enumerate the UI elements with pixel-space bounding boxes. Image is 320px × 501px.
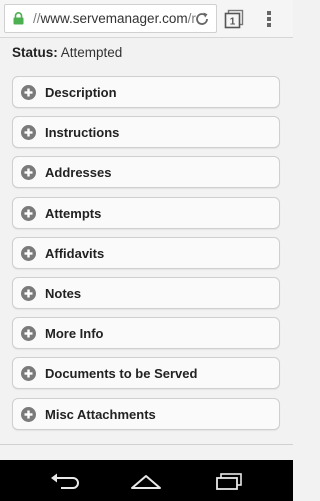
plus-circle-icon	[21, 286, 36, 301]
section-instructions[interactable]: Instructions	[12, 116, 280, 148]
status-value: Attempted	[60, 45, 123, 60]
overflow-menu-icon[interactable]	[266, 10, 272, 28]
section-attempts[interactable]: Attempts	[12, 197, 280, 229]
lock-icon	[13, 12, 24, 25]
section-affidavits[interactable]: Affidavits	[12, 237, 280, 269]
section-notes[interactable]: Notes	[12, 277, 280, 309]
section-more-info[interactable]: More Info	[12, 317, 280, 349]
status-label: Status:	[12, 45, 58, 60]
plus-circle-icon	[21, 165, 36, 180]
plus-circle-icon	[21, 407, 36, 422]
url-host: www.servemanager.com	[40, 11, 188, 26]
section-label: Description	[45, 85, 117, 100]
page-content: Status: Attempted Description Instruction…	[0, 38, 293, 460]
plus-circle-icon	[21, 125, 36, 140]
home-icon[interactable]	[129, 471, 163, 491]
footer-divider	[0, 444, 293, 445]
plus-circle-icon	[21, 206, 36, 221]
plus-circle-icon	[21, 85, 36, 100]
browser-toolbar: //www.servemanager.com/r 1	[0, 0, 293, 38]
section-label: Documents to be Served	[45, 366, 198, 381]
section-documents-to-be-served[interactable]: Documents to be Served	[12, 357, 280, 389]
plus-circle-icon	[21, 246, 36, 261]
reload-icon[interactable]	[194, 11, 210, 27]
section-label: Misc Attachments	[45, 407, 156, 422]
url-prefix: //	[33, 11, 41, 26]
tabs-icon[interactable]: 1	[224, 9, 244, 29]
system-nav-bar	[0, 460, 293, 501]
section-label: Addresses	[45, 165, 112, 180]
section-misc-attachments[interactable]: Misc Attachments	[12, 398, 280, 430]
back-icon[interactable]	[48, 471, 82, 491]
section-label: Instructions	[45, 125, 120, 140]
section-label: Affidavits	[45, 246, 105, 261]
plus-circle-icon	[21, 326, 36, 341]
tab-count: 1	[230, 17, 236, 28]
status-line: Status: Attempted	[12, 45, 122, 61]
recents-icon[interactable]	[212, 471, 246, 491]
section-label: Attempts	[45, 206, 102, 221]
section-addresses[interactable]: Addresses	[12, 156, 280, 188]
plus-circle-icon	[21, 366, 36, 381]
url-text[interactable]: //www.servemanager.com/r	[33, 11, 196, 27]
section-label: Notes	[45, 286, 82, 301]
address-bar[interactable]: //www.servemanager.com/r	[4, 4, 217, 33]
section-label: More Info	[45, 326, 104, 341]
section-description[interactable]: Description	[12, 76, 280, 108]
